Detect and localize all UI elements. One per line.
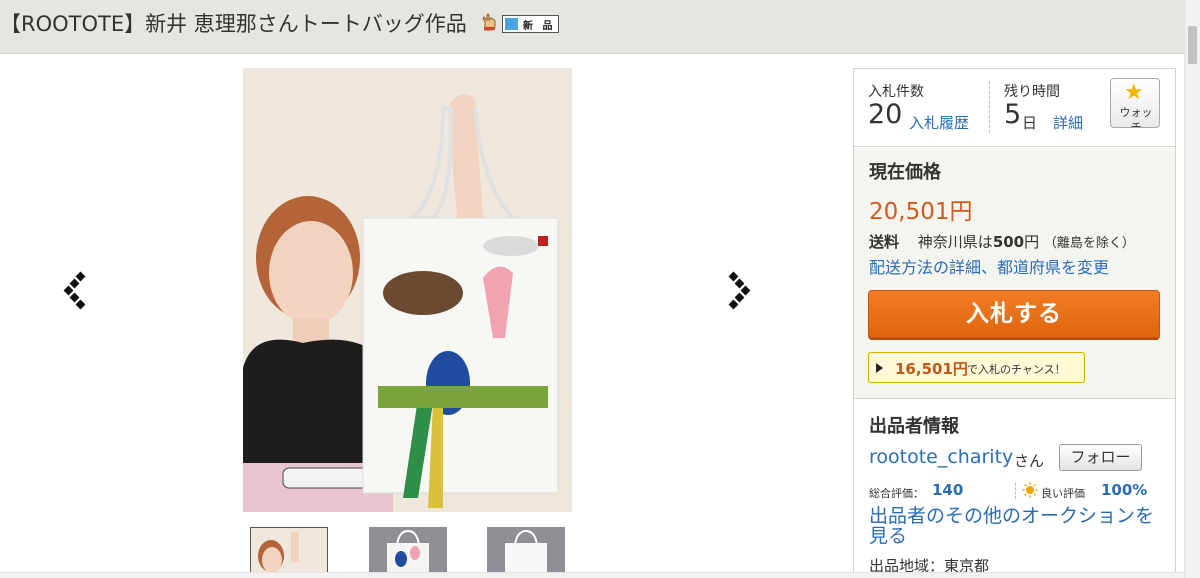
price-section: 現在価格 20,501円 送料 神奈川県は500円 （離島を除く） 配送方法の詳… [854, 148, 1175, 399]
thumbnail-2-image [369, 527, 447, 573]
page-title: 【ROOTOTE】新井 恵理那さんトートバッグ作品 [0, 12, 467, 36]
current-price-value: 20,501円 [869, 199, 973, 225]
thumbnail-1[interactable] [250, 527, 328, 573]
total-rating-label: 総合評価： [869, 487, 924, 500]
new-item-badge: 新 品 [502, 15, 559, 33]
play-triangle-icon [876, 363, 883, 373]
vertical-scrollbar[interactable] [1184, 0, 1200, 578]
seller-name-link[interactable]: rootote_charity [869, 446, 1013, 468]
shipping-yen: 円 [1024, 233, 1040, 251]
bid-chance-banner[interactable]: 16,501円 で入札のチャンス！ [868, 352, 1085, 383]
thumbnail-3[interactable] [487, 527, 565, 573]
time-left-unit: 日 [1022, 114, 1038, 132]
chance-amount: 16,501円 [895, 360, 968, 378]
next-arrow-icon[interactable] [723, 270, 753, 310]
product-photo-image [243, 68, 572, 512]
shipping-details-link[interactable]: 配送方法の詳細、都道府県を変更 [869, 254, 1109, 278]
good-rating-label: 良い評価 [1041, 487, 1085, 500]
scrollbar-thumb[interactable] [1188, 26, 1197, 64]
hand-pointing-icon [482, 13, 496, 31]
bid-history-link[interactable]: 入札履歴 [909, 112, 969, 133]
thumbnail-2[interactable] [369, 527, 447, 573]
shipping-line: 送料 神奈川県は500円 （離島を除く） [869, 231, 1135, 252]
rating-divider [1015, 483, 1016, 499]
bids-label: 入札件数 [868, 84, 924, 100]
watch-button[interactable]: ★ ウォッチ [1110, 78, 1160, 128]
shipping-note: （離島を除く） [1043, 236, 1135, 251]
total-rating-value[interactable]: 140 [932, 481, 963, 499]
follow-button[interactable]: フォロー [1059, 444, 1142, 471]
shipping-label: 送料 [869, 233, 900, 251]
stats-divider [989, 81, 990, 133]
bid-button[interactable]: 入札する [868, 290, 1160, 338]
auction-info-panel: 入札件数 20 入札履歴 残り時間 5 日 詳細 ★ ウォッチ 現在価格 20,… [853, 68, 1176, 575]
title-bar: 【ROOTOTE】新井 恵理那さんトートバッグ作品 新 品 [0, 0, 1184, 54]
bids-count: 20 [868, 99, 903, 130]
horizontal-scrollbar[interactable] [0, 572, 1184, 578]
time-left-value: 5 [1004, 99, 1022, 130]
star-icon: ★ [1124, 80, 1144, 105]
good-rating-value: 100% [1101, 481, 1148, 499]
seller-info-heading: 出品者情報 [869, 416, 959, 437]
bid-stats-row: 入札件数 20 入札履歴 残り時間 5 日 詳細 ★ ウォッチ [854, 69, 1175, 147]
shipping-pref: 神奈川県は [917, 233, 993, 251]
thumbnail-3-image [487, 527, 565, 573]
seller-rating-row: 総合評価： 140 良い評価 100% [869, 481, 1169, 501]
new-badge-label: 新 品 [523, 21, 556, 32]
chance-text: で入札のチャンス！ [967, 363, 1066, 376]
sun-icon [1022, 482, 1038, 498]
prev-arrow-icon[interactable] [62, 270, 92, 310]
main-product-photo[interactable] [243, 68, 572, 512]
time-detail-link[interactable]: 詳細 [1053, 112, 1083, 133]
watch-label: ウォッチ [1119, 106, 1153, 128]
seller-other-auctions-link[interactable]: 出品者のその他のオークションを見る [869, 506, 1169, 546]
seller-name-suffix: さん [1014, 452, 1045, 470]
shipping-amount: 500 [992, 233, 1025, 251]
thumbnail-1-image [251, 528, 327, 572]
time-left-label: 残り時間 [1004, 84, 1060, 100]
new-badge-icon [505, 18, 518, 30]
current-price-heading: 現在価格 [869, 162, 941, 183]
